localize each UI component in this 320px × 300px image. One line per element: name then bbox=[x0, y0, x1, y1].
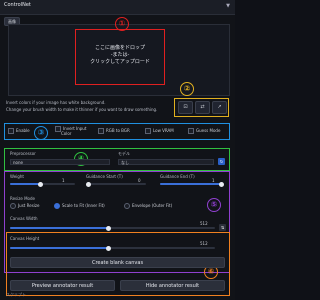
checkbox-box[interactable] bbox=[98, 128, 104, 134]
rgb-to-bgr-checkbox[interactable]: RGB to BGR bbox=[98, 128, 130, 134]
guidance-start-label: Guidance Start (T) bbox=[86, 174, 123, 179]
resize-option-just-resize[interactable]: Just Resize bbox=[10, 203, 39, 209]
slider-fill bbox=[10, 227, 108, 229]
invert-tool-button[interactable]: ⊡ bbox=[178, 101, 193, 114]
drop-highlight-box[interactable]: ここに画像をドロップ -または- クリックしてアップロード bbox=[75, 29, 165, 85]
brush-tool-button[interactable]: ↗ bbox=[212, 101, 227, 114]
model-label: モデル bbox=[118, 151, 130, 156]
marker-1: ① bbox=[115, 17, 129, 31]
drop-text-line2: -または- bbox=[110, 52, 130, 58]
guess-mode-label: Guess Mode bbox=[196, 128, 221, 133]
canvas-width-slider[interactable] bbox=[10, 225, 215, 231]
guidance-start-slider[interactable] bbox=[86, 181, 146, 187]
rgb-to-bgr-label: RGB to BGR bbox=[106, 128, 130, 133]
radio-dot[interactable] bbox=[124, 203, 130, 209]
low-vram-label: Low VRAM bbox=[153, 128, 174, 133]
scale-to-fit-label: Scale to Fit (Inner Fit) bbox=[62, 203, 105, 208]
info-line-1: Invert colors if your image has white ba… bbox=[6, 100, 106, 105]
preview-annotator-button[interactable]: Preview annotator result bbox=[10, 280, 115, 291]
refresh-icon: ↻ bbox=[219, 159, 224, 164]
canvas-width-value[interactable]: 512 bbox=[200, 221, 208, 226]
just-resize-label: Just Resize bbox=[18, 203, 40, 208]
controlnet-header[interactable]: ControlNet ▼ bbox=[0, 0, 235, 15]
guess-mode-checkbox[interactable]: Guess Mode bbox=[188, 128, 220, 134]
marker-5: ⑤ bbox=[207, 198, 221, 212]
slider-knob[interactable] bbox=[38, 181, 43, 187]
scripts-label: スクリプト bbox=[6, 292, 26, 297]
radio-dot[interactable] bbox=[54, 203, 60, 209]
drop-text-line3: クリックしてアップロード bbox=[90, 59, 150, 65]
hide-annotator-button[interactable]: Hide annotator result bbox=[120, 280, 225, 291]
preprocessor-label: Preprocessor bbox=[10, 151, 36, 156]
controlnet-title: ControlNet bbox=[4, 2, 31, 8]
checkbox-box[interactable] bbox=[145, 128, 151, 134]
refresh-models-button[interactable]: ↻ bbox=[218, 158, 225, 165]
preprocessor-select[interactable]: none bbox=[10, 159, 110, 165]
slider-fill bbox=[160, 183, 222, 185]
envelope-label: Envelope (Outer Fit) bbox=[132, 203, 173, 208]
slider-knob[interactable] bbox=[219, 181, 224, 187]
enable-label: Enable bbox=[16, 128, 30, 133]
swap-icon: ⇅ bbox=[220, 225, 225, 230]
resize-mode-label: Resize Mode bbox=[10, 196, 35, 201]
radio-dot[interactable] bbox=[10, 203, 16, 209]
slider-fill bbox=[10, 183, 40, 185]
resize-option-envelope[interactable]: Envelope (Outer Fit) bbox=[124, 203, 172, 209]
marker-2: ② bbox=[180, 82, 194, 96]
weight-label: Weight bbox=[10, 174, 24, 179]
swap-dimensions-button[interactable]: ⇅ bbox=[219, 224, 226, 231]
guidance-end-label: Guidance End (T) bbox=[160, 174, 195, 179]
guidance-end-slider[interactable] bbox=[160, 181, 224, 187]
controlnet-panel: ControlNet ▼ 画像 ここに画像をドロップ -または- クリックしてア… bbox=[0, 0, 235, 300]
info-line-2: Change your brush width to make it thinn… bbox=[6, 107, 158, 112]
slider-knob[interactable] bbox=[86, 181, 91, 187]
collapse-chevron-icon[interactable]: ▼ bbox=[226, 3, 230, 9]
canvas-width-label: Canvas Width bbox=[10, 216, 38, 221]
checkbox-box[interactable] bbox=[8, 128, 14, 134]
create-blank-canvas-button[interactable]: Create blank canvas bbox=[10, 257, 225, 268]
checkbox-box[interactable] bbox=[188, 128, 194, 134]
resize-option-scale-to-fit[interactable]: Scale to Fit (Inner Fit) bbox=[54, 203, 105, 209]
swap-tool-button[interactable]: ⇄ bbox=[195, 101, 210, 114]
enable-checkbox[interactable]: Enable bbox=[8, 128, 30, 134]
marker-3: ③ bbox=[34, 126, 48, 140]
model-select[interactable]: なし bbox=[118, 159, 214, 165]
slider-knob[interactable] bbox=[106, 225, 111, 231]
drop-text-line1: ここに画像をドロップ bbox=[94, 45, 145, 51]
low-vram-checkbox[interactable]: Low VRAM bbox=[145, 128, 174, 134]
invert-input-color-label-line2: Color bbox=[61, 131, 72, 136]
weight-slider[interactable] bbox=[10, 181, 75, 187]
